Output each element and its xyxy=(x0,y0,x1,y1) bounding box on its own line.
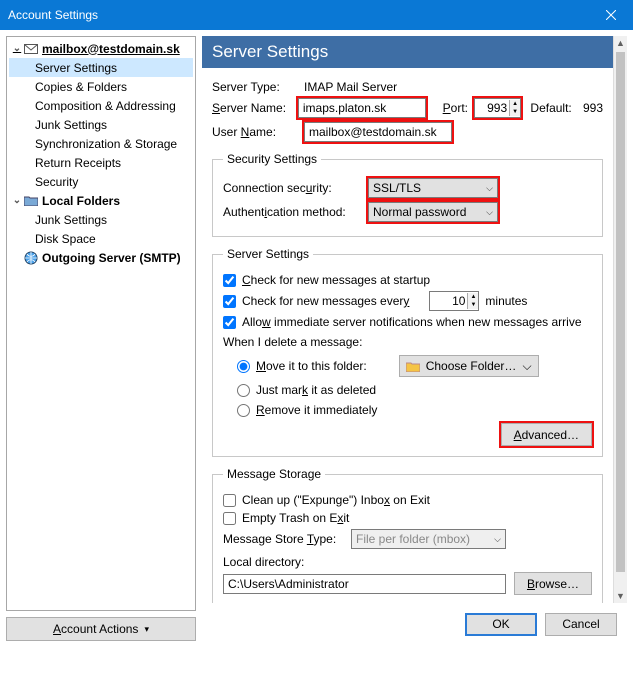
advanced-button[interactable]: Advanced… xyxy=(501,423,592,446)
expand-icon[interactable]: ⌄ xyxy=(11,195,23,206)
security-settings-group: Security Settings Connection security: S… xyxy=(212,152,603,237)
server-type-value: IMAP Mail Server xyxy=(304,80,397,94)
chevron-down-icon: ⌵ xyxy=(486,183,493,194)
account-actions-button[interactable]: Account Actions ▾ xyxy=(6,617,196,641)
spin-up-icon[interactable]: ▲ xyxy=(510,100,520,108)
default-port-label: Default: xyxy=(530,101,571,115)
spin-down-icon[interactable]: ▼ xyxy=(510,108,520,116)
sidebar-item-copies[interactable]: Copies & Folders xyxy=(9,77,193,96)
default-port-value: 993 xyxy=(583,101,603,115)
chevron-down-icon: ⌵ xyxy=(522,359,531,374)
sidebar: ⌄ mailbox@testdomain.sk Server Settings … xyxy=(6,36,196,641)
window-title: Account Settings xyxy=(8,8,588,22)
scrollbar-thumb[interactable] xyxy=(616,52,625,572)
port-input[interactable]: 993 ▲▼ xyxy=(474,98,521,118)
server-name-label: Server Name: xyxy=(212,101,298,115)
outgoing-label: Outgoing Server (SMTP) xyxy=(42,251,181,265)
ok-button[interactable]: OK xyxy=(465,613,537,636)
server-settings-group: Server Settings Check for new messages a… xyxy=(212,247,603,457)
remove-immediately-label: Remove it immediately xyxy=(256,403,377,417)
folder-icon xyxy=(406,361,420,372)
message-storage-group: Message Storage Clean up ("Expunge") Inb… xyxy=(212,467,603,603)
allow-immediate-label: Allow immediate server notifications whe… xyxy=(242,315,582,329)
folder-icon xyxy=(23,195,39,206)
tree-outgoing[interactable]: Outgoing Server (SMTP) xyxy=(9,248,193,267)
expunge-label: Clean up ("Expunge") Inbox on Exit xyxy=(242,493,430,507)
sidebar-item-local-junk[interactable]: Junk Settings xyxy=(9,210,193,229)
port-label: Port: xyxy=(443,101,468,115)
store-type-select: File per folder (mbox)⌵ xyxy=(351,529,506,549)
page-heading: Server Settings xyxy=(202,36,613,68)
scroll-up-icon[interactable]: ▲ xyxy=(614,36,627,50)
store-type-label: Message Store Type: xyxy=(223,532,351,546)
choose-folder-select[interactable]: Choose Folder… ⌵ xyxy=(399,355,539,377)
spin-down-icon[interactable]: ▼ xyxy=(468,301,478,309)
sidebar-item-junk[interactable]: Junk Settings xyxy=(9,115,193,134)
sidebar-item-sync[interactable]: Synchronization & Storage xyxy=(9,134,193,153)
allow-immediate-checkbox[interactable] xyxy=(223,316,236,329)
local-dir-input[interactable] xyxy=(223,574,506,594)
mark-deleted-radio[interactable] xyxy=(237,384,250,397)
check-startup-label: Check for new messages at startup xyxy=(242,273,430,287)
user-name-label: User Name: xyxy=(212,125,304,139)
expand-icon[interactable]: ⌄ xyxy=(11,43,23,54)
sidebar-item-security[interactable]: Security xyxy=(9,172,193,191)
local-dir-label: Local directory: xyxy=(223,555,592,569)
empty-trash-label: Empty Trash on Exit xyxy=(242,511,349,525)
mark-deleted-label: Just mark it as deleted xyxy=(256,383,376,397)
sidebar-item-receipts[interactable]: Return Receipts xyxy=(9,153,193,172)
cancel-button[interactable]: Cancel xyxy=(545,613,617,636)
connection-security-label: Connection security: xyxy=(223,181,368,195)
sidebar-item-composition[interactable]: Composition & Addressing xyxy=(9,96,193,115)
empty-trash-checkbox[interactable] xyxy=(223,512,236,525)
check-every-label: Check for new messages every xyxy=(242,294,409,308)
security-legend: Security Settings xyxy=(223,152,321,166)
check-every-checkbox[interactable] xyxy=(223,295,236,308)
move-to-folder-label: Move it to this folder: xyxy=(256,359,367,373)
server-name-input[interactable] xyxy=(298,98,426,118)
titlebar: Account Settings xyxy=(0,0,633,30)
tree-local-folders[interactable]: ⌄ Local Folders xyxy=(9,191,193,210)
auth-method-select[interactable]: Normal password⌵ xyxy=(368,202,498,222)
message-storage-legend: Message Storage xyxy=(223,467,325,481)
server-type-label: Server Type: xyxy=(212,80,304,94)
account-label: mailbox@testdomain.sk xyxy=(42,42,180,56)
expunge-checkbox[interactable] xyxy=(223,494,236,507)
connection-security-select[interactable]: SSL/TLS⌵ xyxy=(368,178,498,198)
local-folders-label: Local Folders xyxy=(42,194,120,208)
minutes-label: minutes xyxy=(485,294,527,308)
sidebar-item-local-disk[interactable]: Disk Space xyxy=(9,229,193,248)
scroll-down-icon[interactable]: ▼ xyxy=(614,589,627,603)
chevron-down-icon: ⌵ xyxy=(486,207,493,218)
main-panel: Server Settings Server Type: IMAP Mail S… xyxy=(202,36,627,641)
auth-method-label: Authentication method: xyxy=(223,205,368,219)
user-name-input[interactable] xyxy=(304,122,452,142)
server-settings-legend: Server Settings xyxy=(223,247,313,261)
mail-icon xyxy=(23,44,39,54)
dialog-footer: OK Cancel xyxy=(202,607,627,641)
spin-up-icon[interactable]: ▲ xyxy=(468,293,478,301)
globe-icon xyxy=(23,251,39,265)
delete-label: When I delete a message: xyxy=(223,335,592,349)
remove-immediately-radio[interactable] xyxy=(237,404,250,417)
chevron-down-icon: ⌵ xyxy=(494,534,501,545)
vertical-scrollbar[interactable]: ▲ ▼ xyxy=(613,36,627,603)
close-button[interactable] xyxy=(588,0,633,30)
account-tree[interactable]: ⌄ mailbox@testdomain.sk Server Settings … xyxy=(6,36,196,611)
chevron-down-icon: ▾ xyxy=(144,624,149,635)
check-startup-checkbox[interactable] xyxy=(223,274,236,287)
tree-account-root[interactable]: ⌄ mailbox@testdomain.sk xyxy=(9,39,193,58)
move-to-folder-radio[interactable] xyxy=(237,360,250,373)
sidebar-item-server-settings[interactable]: Server Settings xyxy=(9,58,193,77)
check-every-input[interactable]: 10 ▲▼ xyxy=(429,291,479,311)
browse-button[interactable]: Browse… xyxy=(514,572,592,595)
